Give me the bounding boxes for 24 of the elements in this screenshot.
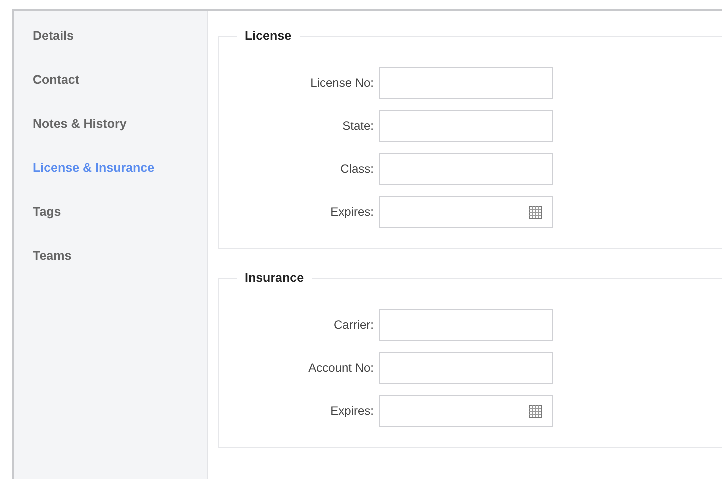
sidebar-item[interactable]: License & Insurance	[14, 157, 207, 201]
section-legend: Insurance	[237, 271, 312, 285]
input-field[interactable]	[379, 309, 553, 341]
sidebar-item[interactable]: Details	[14, 25, 207, 69]
date-field[interactable]	[379, 196, 553, 228]
sidebar-item[interactable]: Contact	[14, 69, 207, 113]
sidebar-item[interactable]: Teams	[14, 245, 207, 289]
calendar-icon[interactable]	[529, 404, 542, 418]
input-field[interactable]	[379, 67, 553, 99]
calendar-icon[interactable]	[529, 206, 542, 218]
field-label: Carrier:	[332, 318, 375, 332]
field-label: Expires:	[330, 205, 375, 219]
input-field[interactable]	[379, 110, 553, 142]
date-field[interactable]	[379, 395, 553, 427]
sidebar-item[interactable]: Notes & History	[14, 113, 207, 157]
field-label: Expires:	[330, 404, 375, 418]
section-legend: License	[237, 29, 300, 43]
input-field[interactable]	[379, 352, 553, 384]
field-label: State:	[342, 119, 375, 133]
input-field[interactable]	[379, 153, 553, 185]
field-label: License No:	[310, 76, 375, 90]
field-label: Class:	[340, 162, 375, 176]
sidebar-item[interactable]: Tags	[14, 201, 207, 245]
field-label: Account No:	[308, 361, 375, 375]
